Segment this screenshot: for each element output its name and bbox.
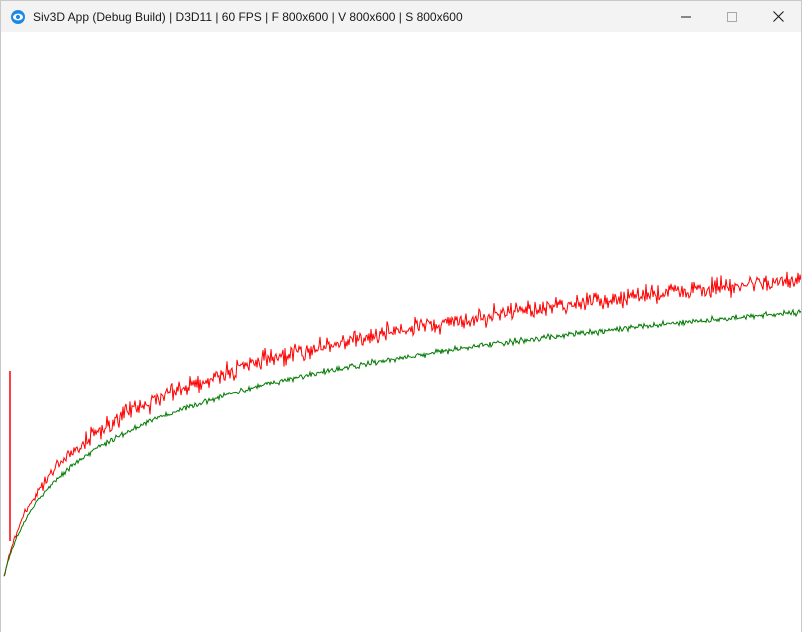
title-bar[interactable]: Siv3D App (Debug Build) | D3D11 | 60 FPS… bbox=[1, 1, 801, 32]
window-title: Siv3D App (Debug Build) | D3D11 | 60 FPS… bbox=[33, 9, 463, 24]
green-series-line bbox=[3, 308, 801, 577]
red-series-line bbox=[3, 271, 801, 577]
render-canvas[interactable] bbox=[1, 32, 801, 632]
close-icon bbox=[772, 11, 784, 22]
minimize-icon bbox=[681, 16, 691, 17]
close-button[interactable] bbox=[755, 1, 801, 32]
window-controls bbox=[663, 1, 801, 32]
maximize-icon bbox=[727, 11, 737, 22]
minimize-button[interactable] bbox=[663, 1, 709, 32]
scene-svg bbox=[3, 271, 801, 577]
siv3d-app-icon bbox=[10, 9, 26, 25]
maximize-button[interactable] bbox=[709, 1, 755, 32]
app-window: Siv3D App (Debug Build) | D3D11 | 60 FPS… bbox=[0, 0, 802, 632]
